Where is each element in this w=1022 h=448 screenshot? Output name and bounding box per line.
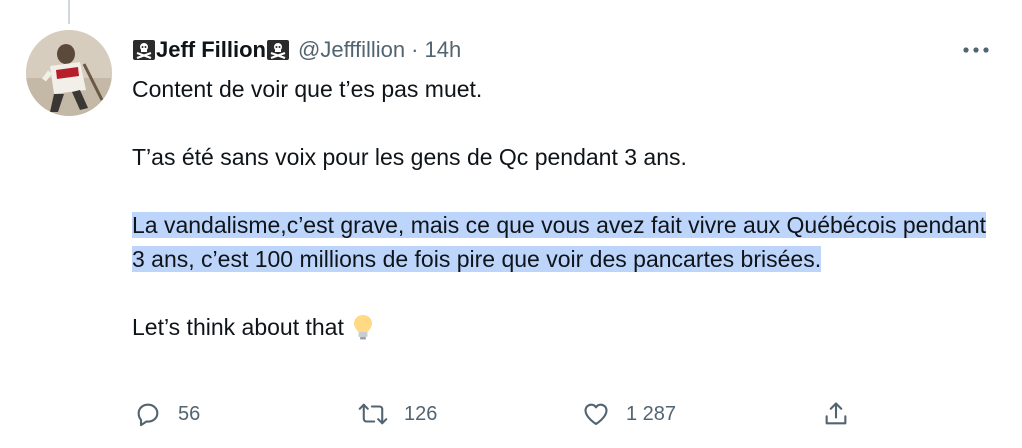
tweet-paragraph: Let’s think about that bbox=[132, 310, 1002, 349]
timestamp[interactable]: 14h bbox=[424, 37, 461, 63]
more-options-button[interactable] bbox=[958, 36, 994, 64]
pirate-flag-icon bbox=[266, 39, 290, 61]
like-button[interactable]: 1 287 bbox=[582, 396, 676, 432]
separator-dot: · bbox=[411, 37, 419, 62]
selected-text: La vandalisme,c’est grave, mais ce que v… bbox=[132, 212, 987, 272]
share-icon bbox=[825, 402, 847, 425]
display-name-link[interactable]: Jeff Fillion bbox=[132, 37, 290, 63]
reply-button[interactable]: 56 bbox=[134, 396, 200, 432]
tweet-actions: 56 126 1 287 bbox=[132, 396, 862, 432]
display-name: Jeff Fillion bbox=[156, 37, 266, 62]
pirate-flag-icon bbox=[132, 39, 156, 61]
tweet-card: Jeff Fillion @Jefffillion · 14h Content … bbox=[0, 0, 1022, 448]
tweet-header: Jeff Fillion @Jefffillion · 14h bbox=[132, 34, 461, 66]
light-bulb-emoji-icon bbox=[352, 314, 374, 349]
retweet-button[interactable]: 126 bbox=[358, 396, 437, 432]
more-dots-icon bbox=[963, 47, 989, 53]
heart-icon bbox=[584, 403, 608, 425]
tweet-paragraph-selected: La vandalisme,c’est grave, mais ce que v… bbox=[132, 208, 1002, 276]
share-button[interactable] bbox=[822, 396, 850, 432]
tweet-paragraph: T’as été sans voix pour les gens de Qc p… bbox=[132, 144, 687, 170]
user-handle[interactable]: @Jefffillion bbox=[298, 37, 405, 63]
avatar[interactable] bbox=[26, 30, 112, 116]
tweet-paragraph: Content de voir que t’es pas muet. bbox=[132, 76, 483, 102]
retweet-icon bbox=[358, 403, 388, 425]
retweet-count: 126 bbox=[404, 402, 438, 425]
reply-icon bbox=[137, 403, 159, 427]
avatar-photo bbox=[26, 30, 112, 116]
thread-connector-line bbox=[68, 0, 70, 24]
reply-count: 56 bbox=[178, 402, 201, 425]
tweet-text: Content de voir que t’es pas muet. T’as … bbox=[132, 72, 1002, 349]
tweet-paragraph-text: Let’s think about that bbox=[132, 314, 344, 340]
like-count: 1 287 bbox=[626, 402, 677, 425]
